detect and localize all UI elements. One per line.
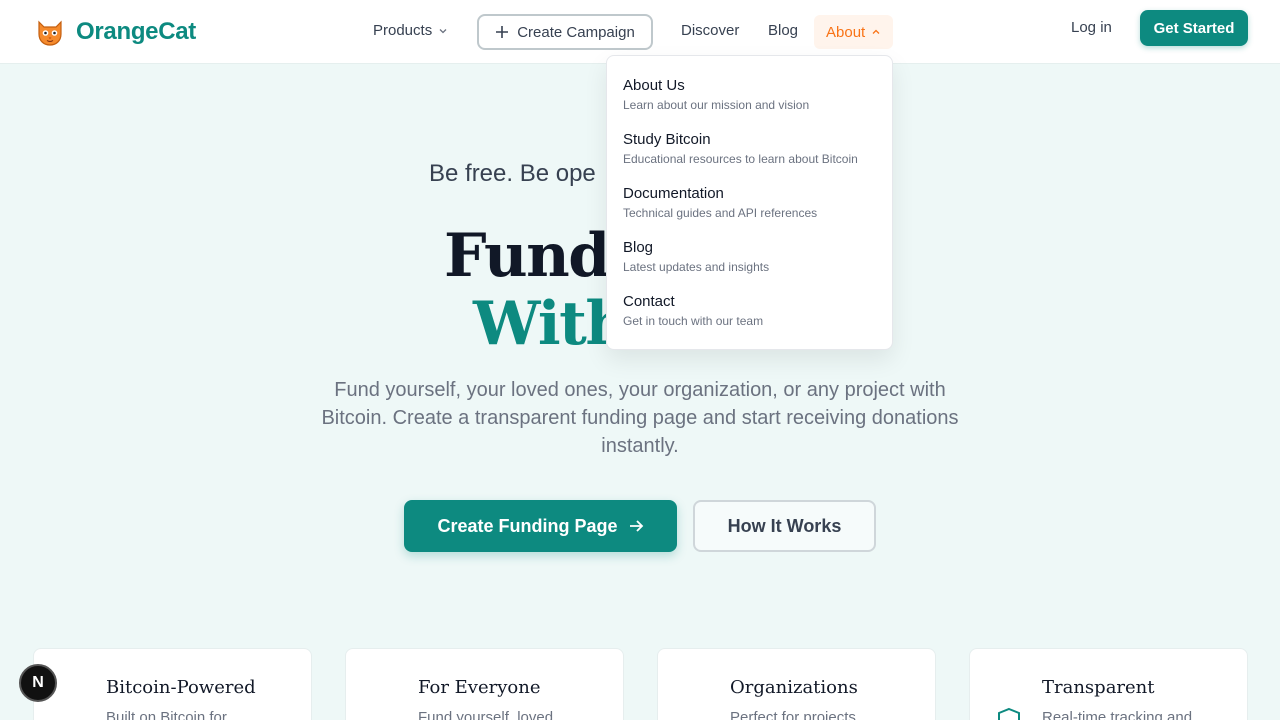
menu-item-title: Blog <box>623 239 654 256</box>
nav-discover[interactable]: Discover <box>681 22 739 39</box>
nav-about[interactable]: About <box>814 15 894 49</box>
feature-title: Organizations <box>730 677 858 698</box>
create-campaign-button[interactable]: Create Campaign <box>477 14 653 50</box>
menu-item-title: About Us <box>623 77 685 94</box>
plus-icon <box>496 26 509 38</box>
menu-item-about-us[interactable]: About Us Learn about our mission and vis… <box>623 76 876 130</box>
menu-item-documentation[interactable]: Documentation Technical guides and API r… <box>623 184 876 238</box>
about-dropdown-menu: About Us Learn about our mission and vis… <box>606 55 893 350</box>
feature-desc: Perfect for projects <box>730 709 856 720</box>
menu-item-blog[interactable]: Blog Latest updates and insights <box>623 238 876 292</box>
feature-desc: Built on Bitcoin for <box>106 709 227 720</box>
chevron-down-icon <box>439 28 447 33</box>
menu-item-title: Contact <box>623 293 675 310</box>
arrow-right-icon <box>629 520 643 532</box>
nav-about-label: About <box>826 23 866 41</box>
how-it-works-button[interactable]: How It Works <box>693 500 876 552</box>
feature-title: Bitcoin-Powered <box>106 677 256 698</box>
menu-item-desc: Get in touch with our team <box>623 314 764 328</box>
logo-text: OrangeCat <box>76 18 196 45</box>
cat-face-icon <box>38 20 62 46</box>
nav-products[interactable]: Products <box>373 22 448 39</box>
nav-products-label: Products <box>373 22 433 39</box>
nextjs-dev-badge[interactable]: N <box>19 664 57 702</box>
logo[interactable]: OrangeCat <box>34 16 196 48</box>
create-funding-page-button[interactable]: Create Funding Page <box>404 500 677 552</box>
login-link[interactable]: Log in <box>1071 19 1112 36</box>
feature-card-organizations: Organizations Perfect for projects <box>657 648 936 720</box>
shield-icon <box>998 707 1020 720</box>
hero-tagline: Be free. Be ope <box>429 160 596 187</box>
feature-desc: Real-time tracking and <box>1042 709 1193 720</box>
feature-title: Transparent <box>1042 677 1155 698</box>
feature-card-transparent: Transparent Real-time tracking and <box>969 648 1248 720</box>
menu-item-title: Study Bitcoin <box>623 131 711 148</box>
get-started-button[interactable]: Get Started <box>1140 10 1248 46</box>
menu-item-desc: Latest updates and insights <box>623 260 770 274</box>
menu-item-desc: Technical guides and API references <box>623 206 818 220</box>
feature-card-bitcoin: Bitcoin-Powered Built on Bitcoin for <box>33 648 312 720</box>
menu-item-contact[interactable]: Contact Get in touch with our team <box>623 292 876 346</box>
create-campaign-label: Create Campaign <box>517 23 635 41</box>
chevron-up-icon <box>872 29 880 34</box>
menu-item-title: Documentation <box>623 185 724 202</box>
hero-description: Fund yourself, your loved ones, your org… <box>321 379 959 457</box>
feature-desc: Fund yourself, loved <box>418 709 554 720</box>
menu-item-study-bitcoin[interactable]: Study Bitcoin Educational resources to l… <box>623 130 876 184</box>
hero-title-line2: With <box>473 289 629 359</box>
create-funding-page-label: Create Funding Page <box>437 515 618 536</box>
menu-item-desc: Educational resources to learn about Bit… <box>623 152 858 166</box>
nav-blog[interactable]: Blog <box>768 22 798 39</box>
feature-card-everyone: For Everyone Fund yourself, loved <box>345 648 624 720</box>
feature-title: For Everyone <box>418 677 541 698</box>
menu-item-desc: Learn about our mission and vision <box>623 98 810 112</box>
